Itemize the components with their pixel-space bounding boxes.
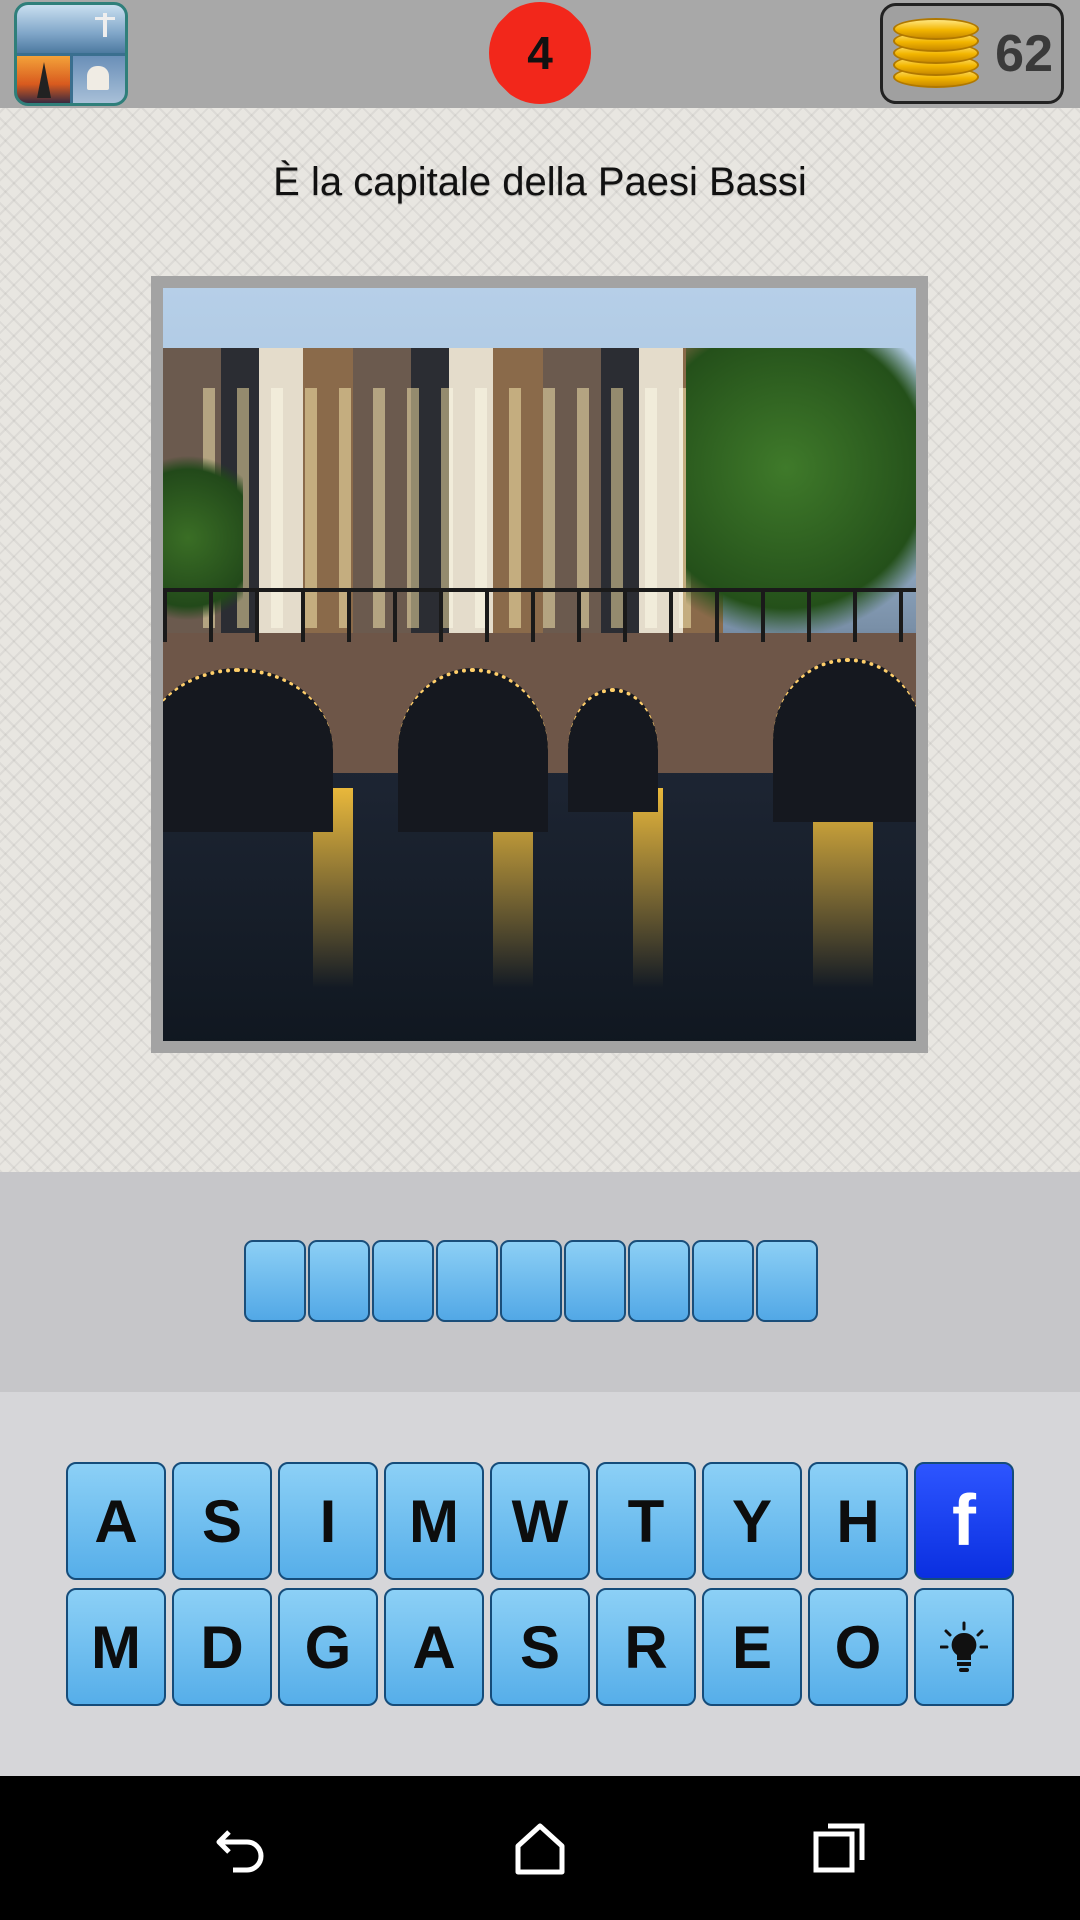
coin-count: 62 <box>995 25 1053 83</box>
answer-slot[interactable] <box>756 1240 818 1322</box>
letter-key[interactable]: H <box>808 1462 908 1580</box>
answer-area <box>0 1172 1080 1392</box>
recents-button[interactable] <box>810 1818 870 1878</box>
top-bar: 4 62 <box>0 0 1080 108</box>
letter-key[interactable]: A <box>384 1588 484 1706</box>
answer-slot[interactable] <box>692 1240 754 1322</box>
answer-slot[interactable] <box>564 1240 626 1322</box>
coins-icon <box>893 18 983 92</box>
back-button[interactable] <box>211 1818 271 1878</box>
letter-key[interactable]: T <box>596 1462 696 1580</box>
answer-slot[interactable] <box>372 1240 434 1322</box>
letter-key[interactable]: M <box>384 1462 484 1580</box>
answer-slot[interactable] <box>628 1240 690 1322</box>
back-icon <box>216 1830 264 1873</box>
letter-key[interactable]: I <box>278 1462 378 1580</box>
letter-key[interactable]: R <box>596 1588 696 1706</box>
letter-keyboard: A S I M W T Y H f M D G A S R E O <box>0 1392 1080 1776</box>
home-icon <box>515 1823 565 1875</box>
recents-icon <box>813 1823 865 1873</box>
answer-slots <box>244 1240 818 1322</box>
letter-key[interactable]: D <box>172 1588 272 1706</box>
answer-slot[interactable] <box>500 1240 562 1322</box>
home-button[interactable] <box>510 1818 570 1878</box>
letter-key[interactable]: W <box>490 1462 590 1580</box>
app-logo-icon[interactable] <box>14 2 128 106</box>
answer-slot[interactable] <box>244 1240 306 1322</box>
question-area: È la capitale della Paesi Bassi <box>0 108 1080 1172</box>
letter-key[interactable]: O <box>808 1588 908 1706</box>
letter-key[interactable]: Y <box>702 1462 802 1580</box>
keyboard-row-2: M D G A S R E O <box>66 1588 1014 1706</box>
question-photo-frame <box>151 276 928 1053</box>
letter-key[interactable]: S <box>172 1462 272 1580</box>
answer-slot[interactable] <box>308 1240 370 1322</box>
letter-key[interactable]: G <box>278 1588 378 1706</box>
level-badge: 4 <box>489 2 591 104</box>
question-text: È la capitale della Paesi Bassi <box>273 160 807 204</box>
hint-button[interactable] <box>914 1588 1014 1706</box>
letter-key[interactable]: S <box>490 1588 590 1706</box>
answer-slot[interactable] <box>436 1240 498 1322</box>
letter-key[interactable]: A <box>66 1462 166 1580</box>
facebook-share-button[interactable]: f <box>914 1462 1014 1580</box>
letter-key[interactable]: M <box>66 1588 166 1706</box>
logo-landmark-tile <box>72 55 125 103</box>
lightbulb-icon <box>940 1621 988 1672</box>
coin-counter[interactable]: 62 <box>880 3 1064 104</box>
question-photo <box>163 288 916 1041</box>
system-navigation-bar <box>0 1776 1080 1920</box>
logo-landmark-tile <box>17 55 70 103</box>
keyboard-row-1: A S I M W T Y H f <box>66 1462 1014 1580</box>
letter-key[interactable]: E <box>702 1588 802 1706</box>
logo-landmark-tile <box>17 5 125 53</box>
